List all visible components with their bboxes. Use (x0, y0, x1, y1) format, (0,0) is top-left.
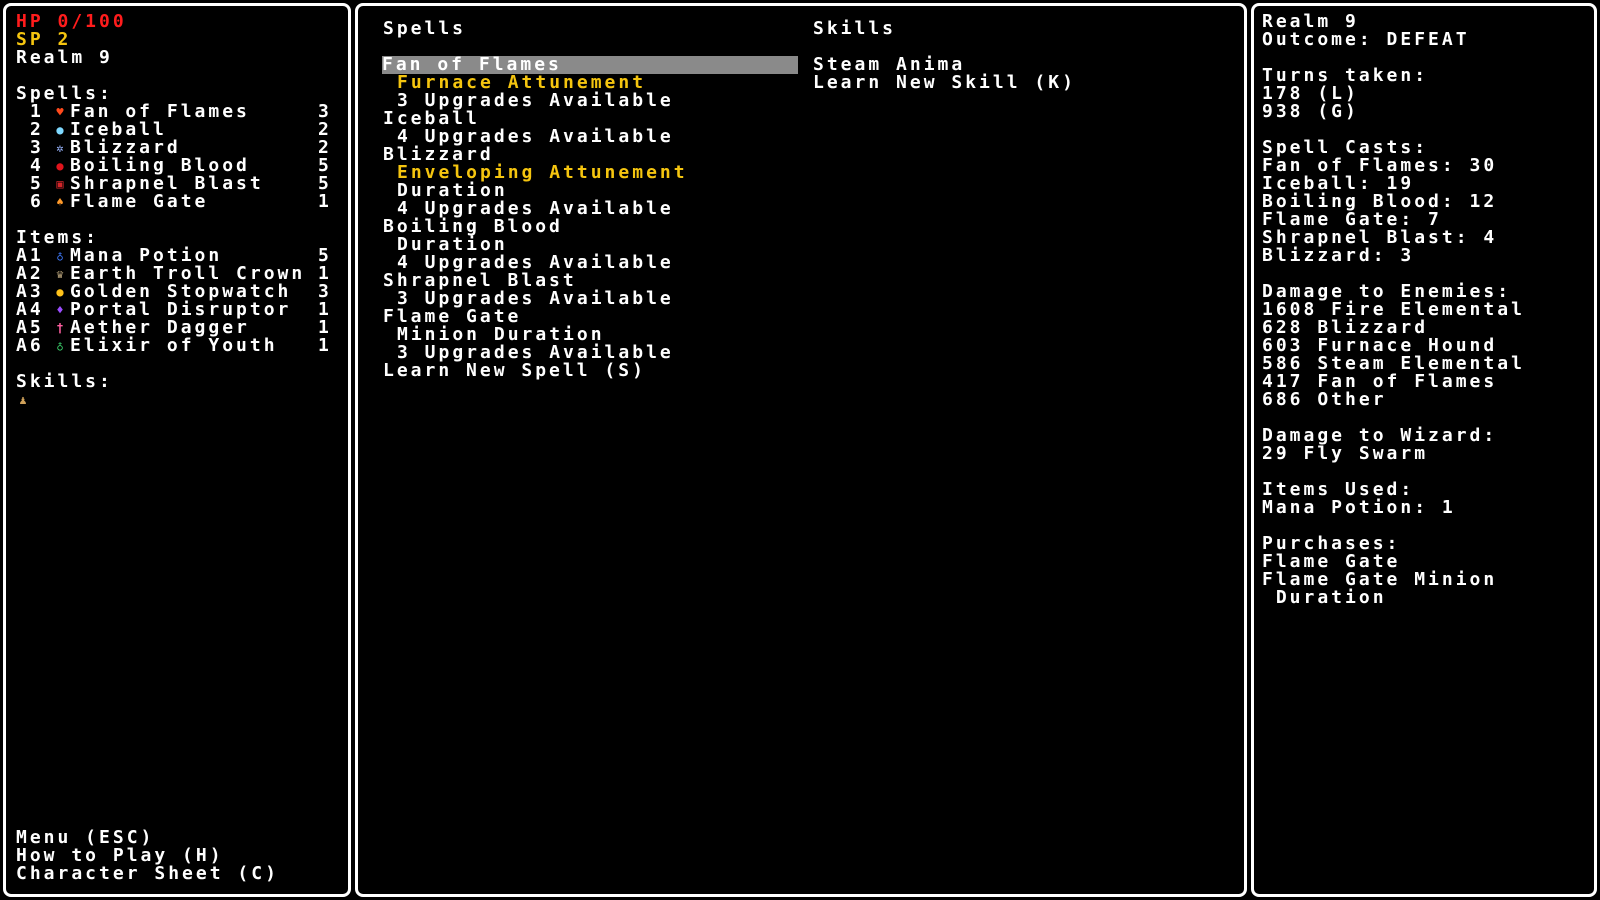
spell-name: Flame Gate (70, 191, 209, 212)
spell-count: 1 (318, 191, 332, 212)
item-row[interactable]: A6 ♁ Elixir of Youth 1 (6, 337, 336, 355)
blizzard-icon: ✲ (56, 141, 64, 155)
spell-upgrade-entry[interactable]: Learn New Spell (S) (383, 362, 646, 380)
stats-line: 686 Other (1262, 389, 1387, 410)
fire-fan-icon: ♥ (56, 105, 64, 119)
spell-row[interactable]: 1 ♥ Fan of Flames 3 (6, 103, 336, 121)
upgrades-panel: Spells Skills Fan of Flames Furnace Attun… (355, 3, 1247, 897)
blood-drop-icon: ● (56, 159, 64, 173)
skill-slot[interactable]: ♟ (16, 391, 32, 409)
stats-line: Outcome: DEFEAT (1262, 29, 1470, 50)
stopwatch-icon: ● (56, 285, 64, 299)
iceball-icon: ● (56, 123, 64, 137)
realm-readout: Realm 9 (16, 47, 113, 68)
flame-gate-icon: ♠ (56, 195, 64, 209)
stats-line: Duration (1262, 587, 1387, 608)
stats-line: 938 (G) (1262, 101, 1359, 122)
skills-column-header: Skills (813, 18, 897, 39)
crown-icon: ♛ (56, 267, 64, 281)
character-panel: HP 0/100 SP 2 Realm 9 Spells: 1 ♥ Fan of F… (3, 3, 351, 897)
run-stats-panel: Realm 9 Outcome: DEFEAT Turns taken: 178 (L… (1251, 3, 1597, 897)
mana-potion-icon: ♁ (56, 249, 64, 263)
item-count: 1 (318, 335, 332, 356)
stats-line: Mana Potion: 1 (1262, 497, 1456, 518)
steam-anima-icon: ♟ (19, 393, 27, 407)
dagger-icon: † (56, 321, 64, 335)
item-slot-number: A6 (16, 335, 44, 356)
character-sheet-button[interactable]: Character Sheet (C) (16, 865, 279, 883)
stats-line: 29 Fly Swarm (1262, 443, 1429, 464)
elixir-icon: ♁ (56, 339, 64, 353)
portal-disruptor-icon: ♦ (56, 303, 64, 317)
item-name: Elixir of Youth (70, 335, 278, 356)
spell-row[interactable]: 6 ♠ Flame Gate 1 (6, 193, 336, 211)
skills-header: Skills: (16, 371, 113, 392)
skill-upgrade-entry[interactable]: Learn New Skill (K) (813, 74, 1076, 92)
spells-column-header: Spells (383, 18, 467, 39)
stats-line: Blizzard: 3 (1262, 245, 1415, 266)
shrapnel-icon: ▣ (56, 177, 64, 191)
spell-slot-number: 6 (30, 191, 44, 212)
